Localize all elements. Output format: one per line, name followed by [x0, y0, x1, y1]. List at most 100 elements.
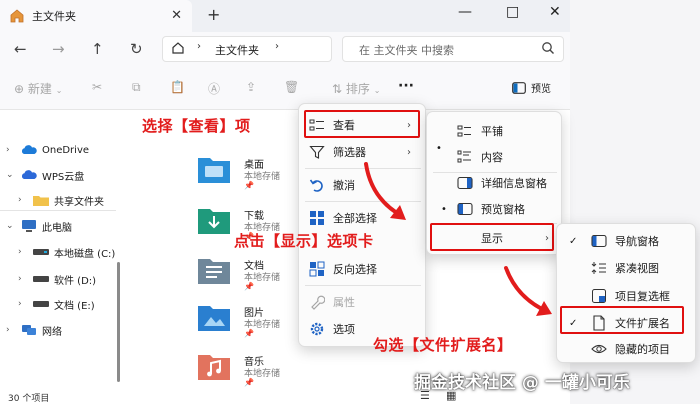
submenu-item-tiles[interactable]: 平铺: [457, 118, 557, 144]
home-outline-icon: [171, 41, 185, 55]
selected-bullet-icon: •: [441, 203, 447, 215]
show-item-navigation-pane[interactable]: ✓ 导航窗格: [569, 228, 691, 254]
highlight-view-item: [304, 110, 420, 138]
home-icon: [8, 7, 26, 25]
show-submenu: ✓ 导航窗格 紧凑视图 项目复选框 ✓ 文件扩展名 隐藏的项目: [556, 223, 696, 363]
close-tab-icon[interactable]: ✕: [171, 8, 182, 23]
cut-icon[interactable]: ✂: [92, 80, 102, 94]
sidebar-item-drive-e[interactable]: › 文档 (E:): [0, 293, 120, 315]
menu-separator: [305, 285, 421, 286]
file-item-music[interactable]: 音乐 本地存储 📌: [196, 349, 306, 395]
sidebar-item-onedrive[interactable]: › OneDrive: [0, 139, 120, 161]
rename-icon[interactable]: Ⓐ: [208, 80, 220, 97]
search-icon: [541, 41, 555, 55]
minimize-button[interactable]: —: [458, 4, 472, 20]
submenu-item-label: 预览窗格: [481, 203, 525, 216]
sidebar-item-drive-d[interactable]: › 软件 (D:): [0, 268, 120, 290]
sidebar-item-wps[interactable]: ⌄ WPS云盘: [0, 164, 120, 186]
show-item-label: 紧凑视图: [615, 262, 659, 275]
file-item-documents[interactable]: 文档 本地存储 📌: [196, 253, 306, 299]
drive-icon: [32, 297, 50, 311]
paste-icon[interactable]: 📋: [170, 80, 185, 94]
expand-chevron-icon[interactable]: ›: [12, 195, 26, 205]
delete-icon[interactable]: 🗑: [284, 80, 299, 94]
menu-item-label: 撤消: [333, 179, 355, 192]
new-label: 新建: [27, 82, 52, 96]
submenu-item-details-pane[interactable]: 详细信息窗格: [457, 170, 561, 196]
copy-icon[interactable]: ⧉: [132, 80, 141, 95]
context-menu: 查看 › 筛选器 › 撤消 全部选择 反向选择 属性 选项: [298, 103, 426, 347]
file-item-desktop[interactable]: 桌面 本地存储 📌: [196, 152, 306, 198]
sidebar-item-label: 共享文件夹: [54, 196, 104, 208]
breadcrumb-path[interactable]: 主文件夹: [215, 42, 259, 58]
chevron-down-icon: ⌄: [55, 86, 63, 95]
folder-icon: [32, 193, 50, 207]
pin-icon: 📌: [244, 181, 254, 190]
show-item-hidden-items[interactable]: 隐藏的项目: [591, 336, 691, 362]
sidebar-item-drive-c[interactable]: › 本地磁盘 (C:): [0, 241, 120, 263]
forward-arrow-icon[interactable]: →: [52, 40, 65, 58]
chevron-down-icon: ⌄: [373, 86, 381, 95]
computer-icon: [20, 219, 38, 233]
sidebar-item-label: 网络: [42, 326, 62, 338]
file-item-pictures[interactable]: 图片 本地存储 📌: [196, 300, 306, 346]
breadcrumb-chevron-icon[interactable]: ›: [275, 41, 279, 52]
more-options-button[interactable]: ···: [398, 78, 414, 94]
expand-chevron-icon[interactable]: ›: [12, 247, 26, 257]
annotation-step3: 勾选【文件扩展名】: [373, 336, 513, 354]
show-item-label: 项目复选框: [615, 290, 670, 303]
submenu-item-label: 详细信息窗格: [481, 177, 547, 190]
search-input[interactable]: 在 主文件夹 中搜索: [342, 36, 564, 62]
submenu-arrow-icon: ›: [407, 146, 411, 158]
sort-button[interactable]: ⇅ 排序 ⌄: [332, 80, 380, 97]
sidebar-item-label: 此电脑: [42, 222, 72, 234]
annotation-step2: 点击【显示】选项卡: [234, 232, 374, 250]
pin-icon: 📌: [244, 282, 254, 291]
collapse-chevron-icon[interactable]: ⌄: [0, 221, 14, 231]
collapse-chevron-icon[interactable]: ⌄: [0, 170, 14, 180]
annotation-step1: 选择【查看】项: [142, 117, 251, 135]
expand-chevron-icon[interactable]: ›: [0, 145, 14, 155]
sort-label: 排序: [345, 82, 370, 96]
menu-item-invert-selection[interactable]: 反向选择: [309, 256, 419, 282]
tab-title: 主文件夹: [32, 10, 76, 23]
up-arrow-icon[interactable]: ↑: [91, 40, 104, 58]
expand-chevron-icon[interactable]: ›: [12, 274, 26, 284]
tab-home[interactable]: 主文件夹 ✕: [0, 0, 192, 32]
checkbox-icon: [591, 288, 607, 304]
sidebar-item-shared-folder[interactable]: › 共享文件夹: [0, 189, 120, 211]
new-tab-button[interactable]: +: [207, 5, 220, 24]
maximize-button[interactable]: □: [506, 4, 519, 20]
arrow-to-file-extensions-icon: [504, 266, 552, 316]
selected-bullet-icon: •: [436, 143, 442, 154]
download-folder-icon: [196, 203, 232, 237]
refresh-icon[interactable]: ↻: [130, 40, 143, 58]
menu-item-label: 反向选择: [333, 263, 377, 276]
undo-icon: [309, 177, 325, 193]
new-button[interactable]: ⊕ 新建 ⌄: [14, 80, 62, 97]
show-item-compact-view[interactable]: 紧凑视图: [591, 255, 691, 281]
navigation-pane-icon: [591, 233, 607, 249]
expand-chevron-icon[interactable]: ›: [12, 299, 26, 309]
sidebar-scrollbar[interactable]: [117, 262, 120, 382]
address-field[interactable]: › 主文件夹 ›: [162, 36, 332, 62]
sidebar-item-label: WPS云盘: [42, 171, 85, 183]
cloud-icon: [20, 168, 38, 182]
tiles-icon: [457, 123, 473, 139]
music-folder-icon: [196, 349, 232, 383]
drive-icon: [32, 272, 50, 286]
share-icon[interactable]: ⇪: [246, 80, 256, 94]
back-arrow-icon[interactable]: ←: [14, 40, 27, 58]
sidebar-item-network[interactable]: › 网络: [0, 319, 120, 341]
preview-pane-icon: [512, 81, 526, 94]
preview-button[interactable]: 预览: [512, 80, 551, 95]
breadcrumb-separator-icon: ›: [197, 41, 201, 52]
sidebar-item-this-pc[interactable]: ⌄ 此电脑: [0, 215, 120, 237]
close-window-button[interactable]: ✕: [549, 4, 561, 20]
submenu-item-preview-pane[interactable]: • 预览窗格: [441, 196, 557, 222]
eye-icon: [591, 341, 607, 357]
expand-chevron-icon[interactable]: ›: [0, 325, 14, 335]
preview-label: 预览: [531, 84, 551, 95]
show-item-label: 导航窗格: [615, 235, 659, 248]
submenu-item-content[interactable]: 内容: [457, 144, 557, 170]
